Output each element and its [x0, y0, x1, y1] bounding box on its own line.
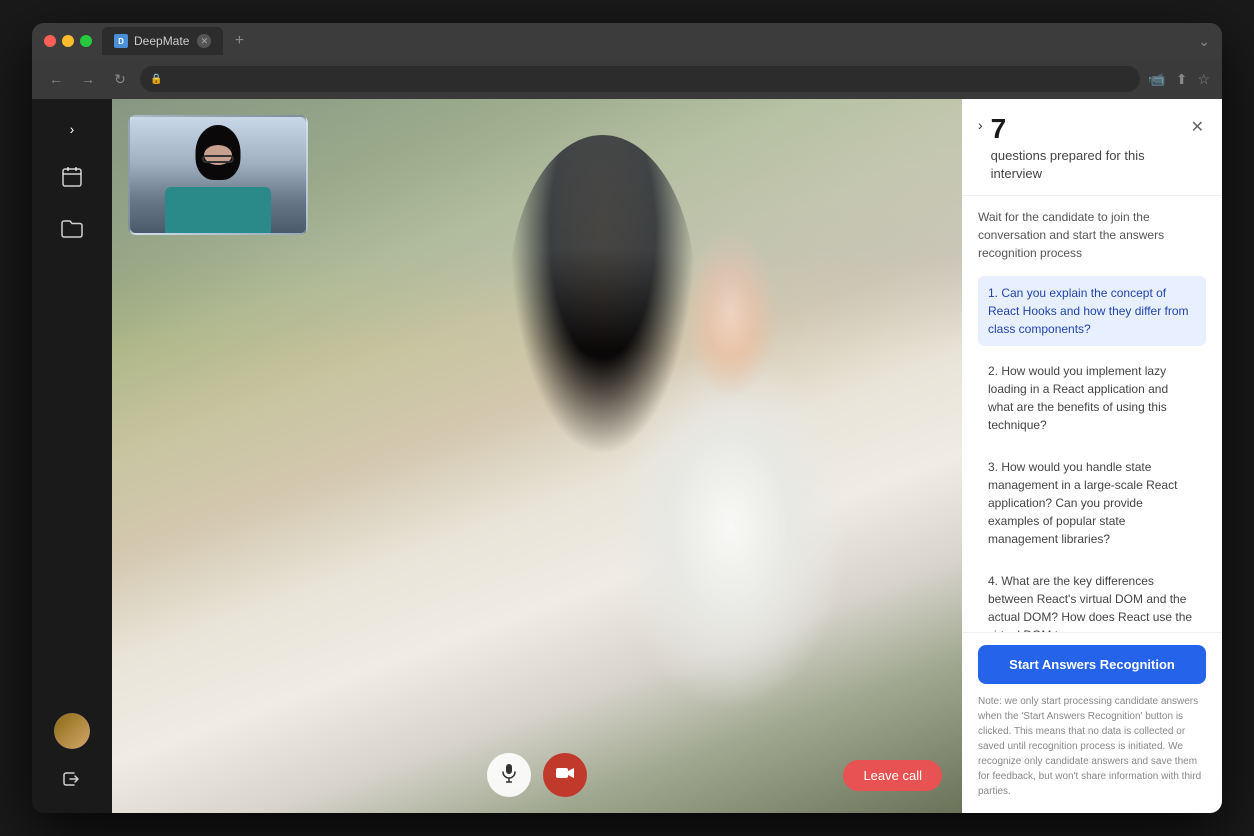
minimize-traffic-light[interactable] [62, 35, 74, 47]
nav-bar: ← → ↻ 🔒 📹 ⬆ ☆ [32, 59, 1222, 99]
panel-close-button[interactable]: ✕ [1189, 115, 1206, 139]
bookmark-icon[interactable]: ☆ [1197, 71, 1210, 88]
share-icon[interactable]: ⬆ [1176, 71, 1188, 88]
nav-icons-right: 📹 ⬆ ☆ [1148, 71, 1210, 88]
screen-share-icon[interactable]: 📹 [1148, 71, 1165, 88]
video-off-icon [555, 763, 575, 788]
tab-more-button[interactable]: ⌄ [1198, 33, 1210, 50]
start-answers-recognition-button[interactable]: Start Answers Recognition [978, 645, 1206, 684]
new-tab-button[interactable]: + [227, 29, 251, 53]
forward-button[interactable]: → [76, 67, 100, 91]
user-avatar[interactable] [54, 713, 90, 749]
back-button[interactable]: ← [44, 67, 68, 91]
question-count: 7 [991, 113, 1007, 144]
disclaimer-text: Note: we only start processing candidate… [978, 694, 1206, 799]
traffic-lights [44, 35, 92, 47]
panel-title-row: › 7 questions prepared for this intervie… [978, 115, 1189, 183]
question-text-3: 3. How would you handle state management… [988, 460, 1177, 546]
refresh-button[interactable]: ↻ [108, 67, 132, 91]
mic-button[interactable] [487, 753, 531, 797]
chevron-right-icon: › [70, 121, 75, 137]
question-text-1: 1. Can you explain the concept of React … [988, 286, 1189, 336]
address-bar[interactable]: 🔒 [140, 66, 1140, 92]
tab-label: DeepMate [134, 34, 189, 48]
question-item-4[interactable]: 4. What are the key differences between … [978, 564, 1206, 632]
exit-icon[interactable] [56, 765, 88, 797]
lock-icon: 🔒 [150, 74, 162, 85]
controls-bar [487, 753, 587, 797]
tab-bar: D DeepMate ✕ + ⌄ [102, 27, 1210, 55]
video-button[interactable] [543, 753, 587, 797]
folder-icon [61, 220, 83, 243]
panel-footer: Start Answers Recognition Note: we only … [962, 632, 1222, 813]
sidebar-toggle-button[interactable]: › [58, 115, 86, 143]
title-bar: D DeepMate ✕ + ⌄ [32, 23, 1222, 59]
question-text-4: 4. What are the key differences between … [988, 574, 1192, 632]
question-item-2[interactable]: 2. How would you implement lazy loading … [978, 354, 1206, 442]
panel-description: Wait for the candidate to join the conve… [978, 208, 1206, 262]
question-item-3[interactable]: 3. How would you handle state management… [978, 450, 1206, 556]
question-text-2: 2. How would you implement lazy loading … [988, 364, 1168, 432]
leave-call-button[interactable]: Leave call [843, 760, 942, 791]
panel-title-content: 7 questions prepared for this interview [991, 115, 1189, 183]
forward-icon: → [81, 71, 95, 87]
calendar-icon [61, 166, 83, 193]
panel-body: Wait for the candidate to join the conve… [962, 196, 1222, 632]
sidebar-item-calendar[interactable] [56, 163, 88, 195]
thumbnail-video [128, 115, 308, 235]
back-icon: ← [49, 71, 63, 87]
fullscreen-traffic-light[interactable] [80, 35, 92, 47]
left-sidebar: › [32, 99, 112, 813]
refresh-icon: ↻ [114, 71, 126, 88]
video-area: Leave call [112, 99, 962, 813]
question-item-1[interactable]: 1. Can you explain the concept of React … [978, 276, 1206, 346]
right-panel: › 7 questions prepared for this intervie… [962, 99, 1222, 813]
panel-title-text: questions prepared for this interview [991, 147, 1189, 183]
microphone-icon [499, 763, 519, 788]
browser-tab[interactable]: D DeepMate ✕ [102, 27, 223, 55]
sidebar-item-folder[interactable] [56, 215, 88, 247]
close-traffic-light[interactable] [44, 35, 56, 47]
logout-icon [62, 769, 82, 794]
panel-chevron-icon: › [978, 117, 983, 133]
tab-favicon: D [114, 34, 128, 48]
panel-header: › 7 questions prepared for this intervie… [962, 99, 1222, 196]
sidebar-bottom [54, 713, 90, 797]
mac-window: D DeepMate ✕ + ⌄ ← → ↻ 🔒 📹 ⬆ ☆ [32, 23, 1222, 813]
main-content: › [32, 99, 1222, 813]
tab-close-button[interactable]: ✕ [197, 34, 211, 48]
